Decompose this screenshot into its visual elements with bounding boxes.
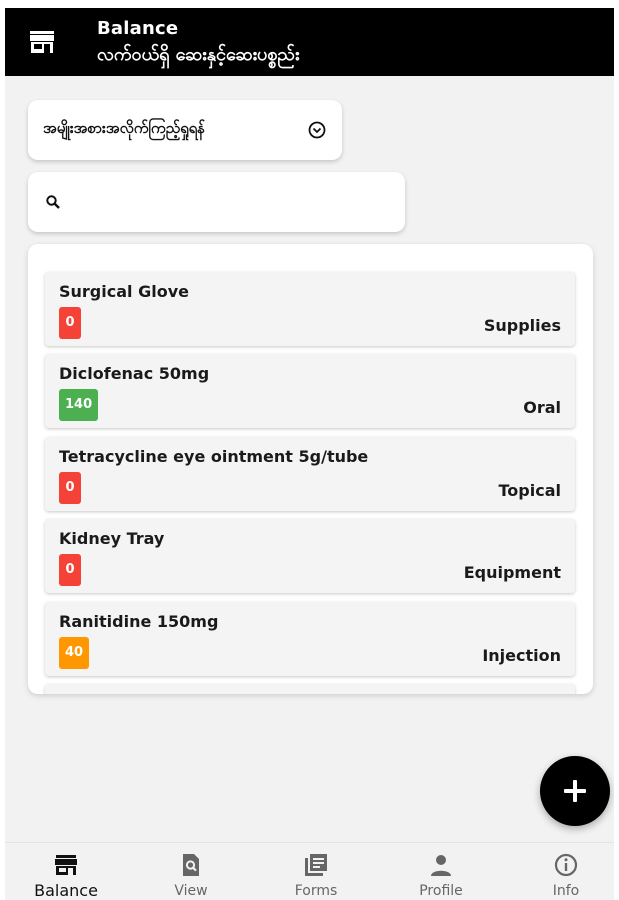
quantity-badge: 40 (59, 637, 90, 669)
item-name: Kidney Tray (59, 529, 165, 548)
item-name: Tetracycline eye ointment 5g/tube (59, 447, 369, 466)
quantity-badge: 0 (59, 307, 81, 339)
list-item[interactable]: Tetracycline eye ointment 5g/tube 0 Topi… (45, 437, 575, 511)
item-name: Diclofenac 50mg (59, 364, 210, 383)
search-icon (46, 195, 60, 209)
nav-label: Forms (294, 883, 338, 899)
list-item[interactable]: Kidney Tray 0 Equipment (45, 519, 575, 593)
nav-item-balance[interactable]: Balance (16, 843, 116, 900)
category-filter-dropdown[interactable]: အမျိုးအစားအလိုက်ကြည့်ရှုရန် (28, 100, 342, 160)
store-icon (30, 31, 54, 53)
add-item-button[interactable] (540, 756, 610, 826)
item-category: Injection (482, 646, 561, 665)
item-category: Oral (523, 398, 561, 417)
list-item[interactable]: Diclofenac 50mg 140 Oral (45, 354, 575, 428)
header-title: Balance (97, 18, 179, 39)
nav-label: Profile (419, 883, 463, 899)
person-icon (431, 855, 451, 876)
chevron-down-circle-icon (308, 121, 326, 139)
info-icon (554, 853, 578, 877)
search-box (28, 172, 405, 232)
item-category: Topical (498, 481, 561, 500)
quantity-badge: 140 (59, 389, 99, 421)
quantity-badge: 0 (59, 472, 81, 504)
item-name: Ranitidine 150mg (59, 612, 219, 631)
list-item[interactable]: Ranitidine 150mg 40 Injection (45, 602, 575, 676)
app-bar: Balance လက်ဝယ်ရှိ ဆေးနှင့်ဆေးပစ္စည်း (5, 8, 614, 76)
search-input[interactable] (72, 186, 392, 218)
nav-label: View (174, 883, 208, 899)
item-category: Equipment (463, 563, 561, 582)
search-document-icon (183, 854, 199, 876)
store-icon (55, 855, 77, 875)
category-filter-label: အမျိုးအစားအလိုက်ကြည့်ရှုရန် (43, 119, 206, 137)
item-list-panel: Surgical Glove 0 Supplies Diclofenac 50m… (28, 244, 593, 694)
nav-label: Balance (34, 881, 98, 900)
list-item[interactable]: Surgical Glove 0 Supplies (45, 272, 575, 346)
nav-item-info[interactable]: Info (516, 843, 614, 900)
forms-icon (305, 854, 327, 876)
plus-icon (564, 780, 586, 802)
header-subtitle: လက်ဝယ်ရှိ ဆေးနှင့်ဆေးပစ္စည်း (97, 44, 300, 65)
item-name: Surgical Glove (59, 282, 189, 301)
quantity-badge: 0 (59, 554, 81, 586)
item-category: Supplies (483, 316, 561, 335)
nav-item-view[interactable]: View (141, 843, 241, 900)
bottom-navigation: Balance View Forms Profile Info (5, 842, 614, 900)
nav-item-forms[interactable]: Forms (266, 843, 366, 900)
nav-item-profile[interactable]: Profile (391, 843, 491, 900)
nav-label: Info (552, 883, 580, 899)
list-item[interactable] (45, 684, 575, 694)
app-frame: Balance လက်ဝယ်ရှိ ဆေးနှင့်ဆေးပစ္စည်း အမျ… (5, 8, 614, 900)
